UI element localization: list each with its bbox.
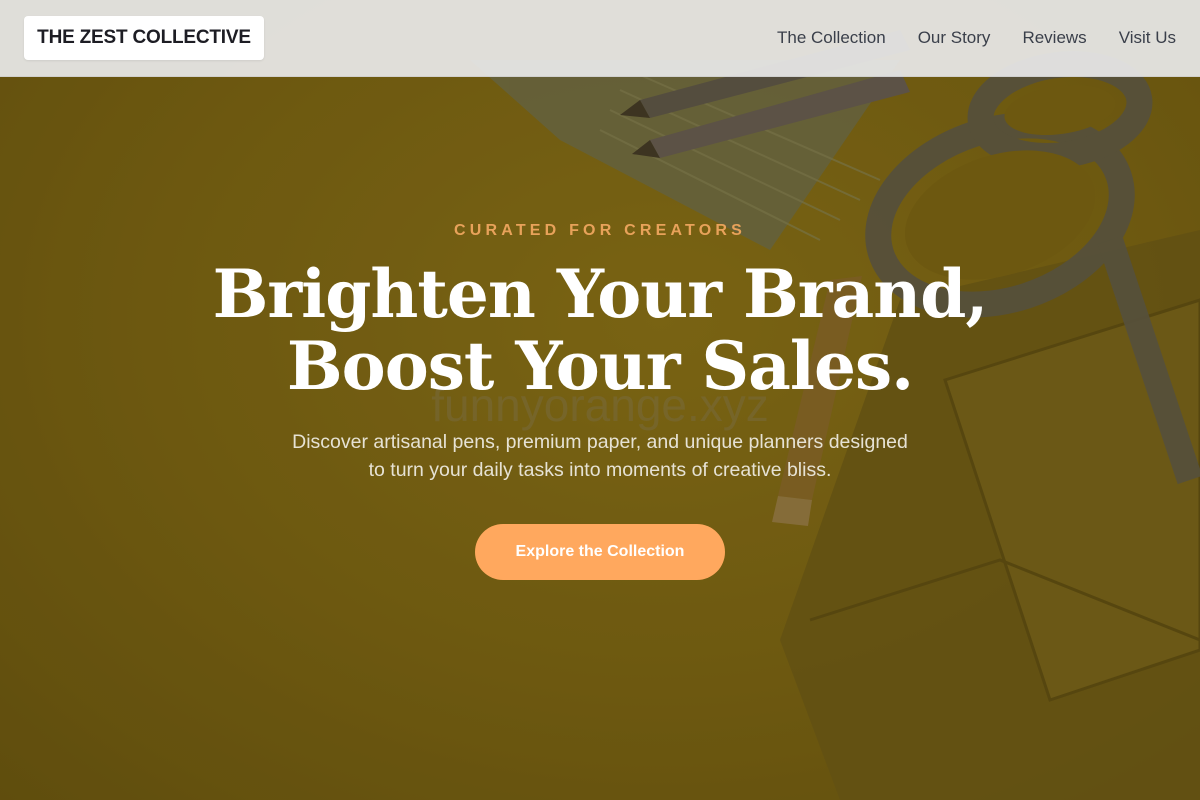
nav-link-our-story[interactable]: Our Story [918,28,991,48]
nav-link-reviews[interactable]: Reviews [1022,28,1086,48]
hero-headline-line-2: Boost Your Sales. [286,327,914,405]
hero-subtext-line-2: to turn your daily tasks into moments of… [368,459,832,481]
hero-content: CURATED FOR CREATORS funnyorange.xyz Bri… [0,0,1200,800]
explore-collection-button[interactable]: Explore the Collection [475,524,725,580]
nav-link-the-collection[interactable]: The Collection [777,28,886,48]
hero-subtext-line-1: Discover artisanal pens, premium paper, … [292,431,908,453]
hero-subtext: Discover artisanal pens, premium paper, … [0,428,1200,484]
hero-headline-line-1: Brighten Your Brand, [212,255,989,333]
hero-headline: Brighten Your Brand, Boost Your Sales. [0,258,1200,402]
logo-link[interactable]: THE ZEST COLLECTIVE [24,16,264,60]
hero-eyebrow: CURATED FOR CREATORS [454,222,746,239]
main-nav: The Collection Our Story Reviews Visit U… [777,0,1176,76]
nav-link-visit-us[interactable]: Visit Us [1119,28,1176,48]
site-header: THE ZEST COLLECTIVE The Collection Our S… [0,0,1200,77]
